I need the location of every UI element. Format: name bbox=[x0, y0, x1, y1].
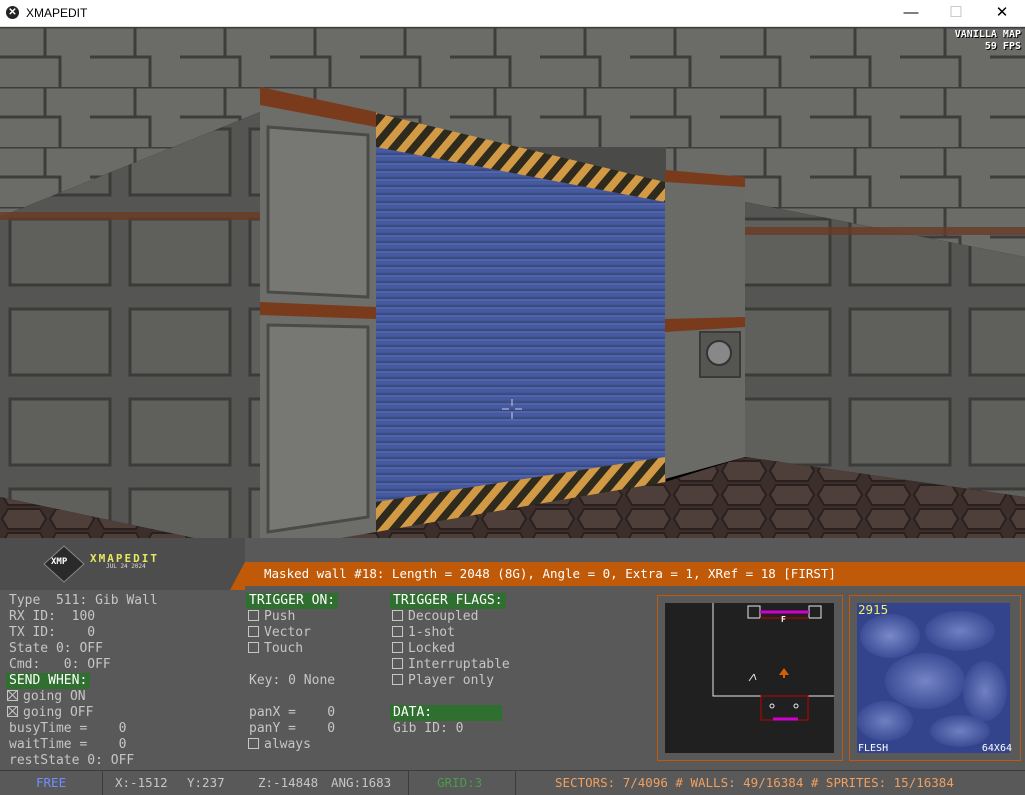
vector-checkbox[interactable] bbox=[248, 626, 259, 637]
always-option[interactable]: always bbox=[248, 737, 311, 753]
3d-viewport[interactable]: VANILLA MAP 59 FPS bbox=[0, 27, 1025, 562]
gib-id-label: Gib ID: 0 bbox=[393, 721, 464, 736]
tx-id-label: TX ID: 0 bbox=[9, 625, 96, 640]
tile-name: FLESH bbox=[858, 743, 889, 754]
message-bar: Masked wall #18: Length = 2048 (8G), Ang… bbox=[245, 562, 1025, 586]
minimap[interactable]: F bbox=[657, 595, 843, 761]
always-checkbox[interactable] bbox=[248, 738, 259, 749]
map-type-label: VANILLA MAP bbox=[954, 29, 1021, 40]
key-label: Key: 0 None bbox=[249, 673, 336, 688]
flesh-texture-image bbox=[857, 603, 1010, 753]
minimap-marker: F bbox=[781, 615, 786, 624]
grid-indicator: GRID:3 bbox=[437, 775, 483, 790]
logo-area: XMP XMAPEDIT JUL 24 2024 bbox=[0, 538, 245, 590]
player-only-option[interactable]: Player only bbox=[392, 673, 494, 689]
interruptable-checkbox[interactable] bbox=[392, 658, 403, 669]
send-when-header: SEND WHEN: bbox=[6, 673, 91, 689]
logo-badge: XMP bbox=[51, 557, 68, 567]
pan-y-label: panY = 0 bbox=[249, 721, 336, 736]
going-on-option[interactable]: going ON bbox=[7, 689, 86, 705]
tile-size: 64X64 bbox=[981, 743, 1012, 754]
one-shot-option[interactable]: 1-shot bbox=[392, 625, 455, 641]
trigger-on-header: TRIGGER ON: bbox=[246, 593, 339, 609]
one-shot-checkbox[interactable] bbox=[392, 626, 403, 637]
rx-id-label: RX ID: 100 bbox=[9, 609, 96, 624]
decoupled-option[interactable]: Decoupled bbox=[392, 609, 478, 625]
window-title: XMAPEDIT bbox=[26, 6, 88, 20]
y-coord: Y:237 bbox=[187, 775, 225, 790]
locked-checkbox[interactable] bbox=[392, 642, 403, 653]
push-checkbox[interactable] bbox=[248, 610, 259, 621]
player-only-checkbox[interactable] bbox=[392, 674, 403, 685]
type-label: Type 511: Gib Wall bbox=[9, 593, 158, 608]
hud-info: VANILLA MAP 59 FPS bbox=[955, 29, 1021, 53]
cmd-label: Cmd: 0: OFF bbox=[9, 657, 111, 672]
rest-state-label: restState 0: OFF bbox=[9, 753, 135, 768]
trigger-flags-header: TRIGGER FLAGS: bbox=[390, 593, 506, 609]
x-coord: X:-1512 bbox=[115, 775, 168, 790]
logo-date: JUL 24 2024 bbox=[106, 563, 146, 570]
pan-x-label: panX = 0 bbox=[249, 705, 336, 720]
touch-option[interactable]: Touch bbox=[248, 641, 303, 657]
busy-time-label: busyTime = 0 bbox=[9, 721, 127, 736]
map-counts: SECTORS: 7/4096 # WALLS: 49/16384 # SPRI… bbox=[555, 775, 954, 790]
locked-option[interactable]: Locked bbox=[392, 641, 455, 657]
interruptable-option[interactable]: Interruptable bbox=[392, 657, 510, 673]
going-off-option[interactable]: going OFF bbox=[7, 705, 93, 721]
tile-preview[interactable]: 2915 FLESH 64X64 bbox=[849, 595, 1021, 761]
tile-number: 2915 bbox=[858, 602, 889, 617]
push-option[interactable]: Push bbox=[248, 609, 295, 625]
vector-option[interactable]: Vector bbox=[248, 625, 311, 641]
touch-checkbox[interactable] bbox=[248, 642, 259, 653]
title-bar: ✕ XMAPEDIT — ☐ ✕ bbox=[0, 0, 1025, 27]
status-bar: FREE X:-1512 Y:237 Z:-14848 ANG:1683 GRI… bbox=[0, 770, 1025, 795]
minimap-canvas bbox=[665, 603, 834, 753]
close-button[interactable]: ✕ bbox=[979, 0, 1025, 26]
angle-readout: ANG:1683 bbox=[331, 775, 392, 790]
mode-indicator: FREE bbox=[36, 775, 67, 790]
3d-scene bbox=[0, 27, 1025, 562]
data-header: DATA: bbox=[390, 705, 502, 721]
xmapedit-app-icon: ✕ bbox=[6, 6, 19, 19]
maximize-button[interactable]: ☐ bbox=[933, 0, 979, 26]
wait-time-label: waitTime = 0 bbox=[9, 737, 127, 752]
z-coord: Z:-14848 bbox=[258, 775, 319, 790]
going-on-checkbox[interactable] bbox=[7, 690, 18, 701]
decoupled-checkbox[interactable] bbox=[392, 610, 403, 621]
going-off-checkbox[interactable] bbox=[7, 706, 18, 717]
state-label: State 0: OFF bbox=[9, 641, 103, 656]
fps-counter: 59 FPS bbox=[984, 41, 1021, 52]
minimize-button[interactable]: — bbox=[888, 0, 934, 26]
